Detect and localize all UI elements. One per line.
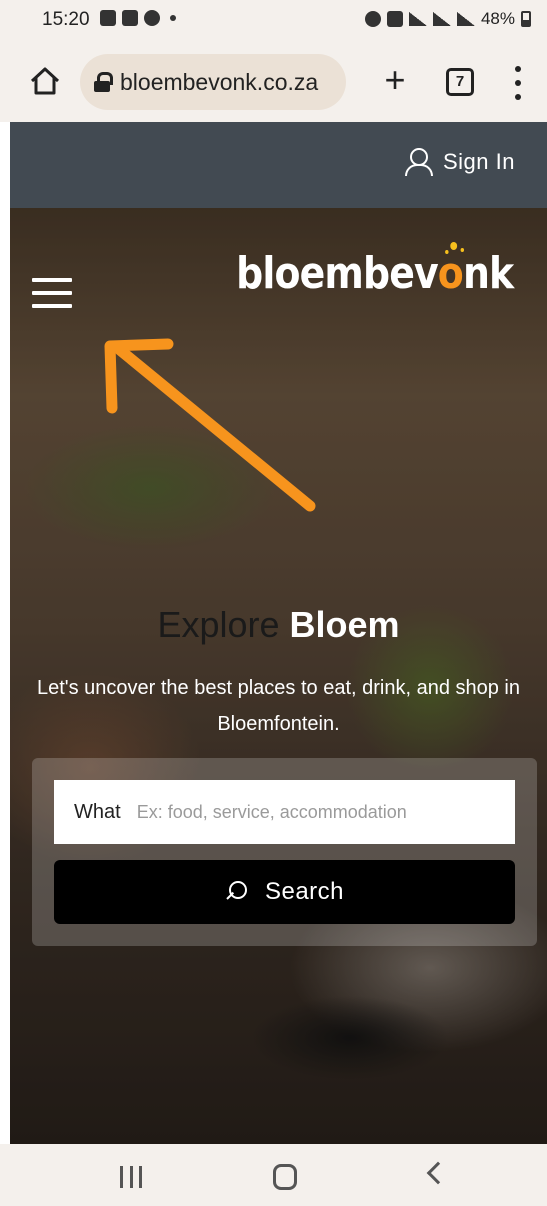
status-time: 15:20 [42, 9, 90, 30]
back-button[interactable] [426, 1161, 450, 1185]
mute-icon [386, 11, 403, 27]
orange-arrow-annotation [104, 338, 316, 512]
address-bar[interactable]: bloembevonk.co.za [80, 54, 346, 110]
home-icon [30, 67, 60, 95]
user-icon [405, 148, 433, 176]
alarm-icon [364, 11, 381, 27]
home-button[interactable] [28, 64, 62, 98]
system-nav-bar [0, 1144, 547, 1206]
nav-home-button[interactable] [273, 1164, 297, 1190]
site-logo[interactable]: bloembevo nk [236, 242, 514, 299]
hero-title: Explore Bloem [157, 604, 400, 645]
tab-switcher-button[interactable]: 7 [446, 68, 474, 96]
signal-2-icon [456, 12, 475, 26]
sign-in-label: Sign In [443, 149, 515, 174]
menu-icon [32, 278, 72, 282]
new-tab-button[interactable]: + [378, 60, 412, 100]
browser-menu-button[interactable] [508, 66, 528, 100]
what-input[interactable] [136, 801, 467, 823]
wifi-icon [408, 12, 427, 26]
notification-icons [100, 10, 176, 26]
message-icon [122, 10, 138, 26]
sign-in-link[interactable]: Sign In [405, 148, 515, 176]
what-label: What [74, 800, 121, 823]
status-bar: 15:20 48% [0, 0, 547, 42]
hero-tagline: Let's uncover the best places to eat, dr… [36, 677, 520, 735]
search-panel: What Search [32, 758, 537, 946]
more-vert-icon [515, 66, 521, 72]
lock-icon [94, 72, 113, 92]
battery-percent: 48% [480, 9, 515, 28]
app-notification-icon [144, 10, 160, 26]
site-header: Sign In [10, 122, 547, 208]
what-field[interactable]: What [54, 780, 515, 844]
recents-button[interactable] [120, 1166, 142, 1188]
hero-section: bloembevo nk Explore Bloem Let's uncover … [10, 208, 547, 1144]
battery-icon [521, 11, 531, 27]
recents-icon [120, 1166, 123, 1188]
web-page: Sign In bloembevo nk Explore Bloem Let's … [10, 122, 547, 1144]
search-button-label: Search [264, 878, 345, 905]
spark-icon [449, 242, 457, 250]
browser-toolbar: bloembevonk.co.za + 7 [0, 42, 547, 122]
url-text: bloembevonk.co.za [120, 68, 319, 95]
more-notifications-icon [170, 15, 176, 21]
search-icon [225, 881, 247, 903]
system-icons: 48% [364, 9, 531, 29]
search-button[interactable]: Search [54, 860, 515, 924]
gallery-icon [100, 10, 116, 26]
signal-icon [432, 12, 451, 26]
hamburger-menu-button[interactable] [32, 278, 72, 308]
